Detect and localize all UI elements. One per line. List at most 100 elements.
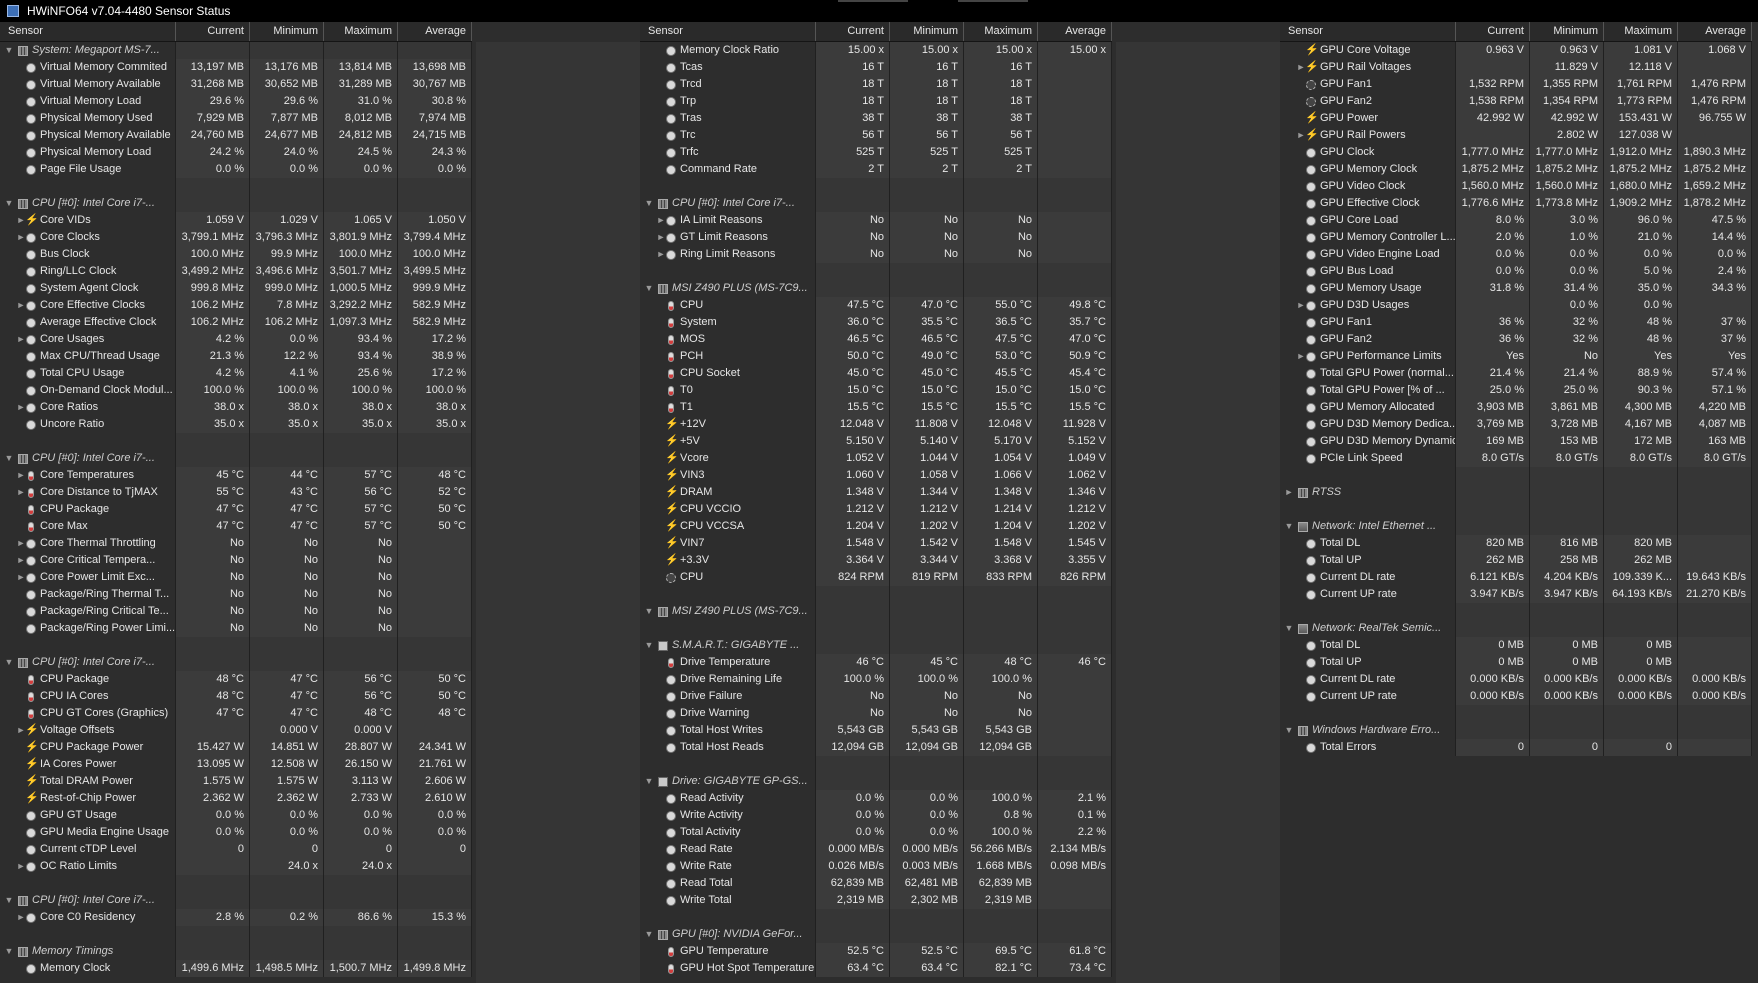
collapse-arrow-icon[interactable]: ▼ — [644, 773, 654, 790]
sensor-row[interactable]: PCIe Link Speed 8.0 GT/s 8.0 GT/s 8.0 GT/s 8… — [1280, 450, 1752, 467]
header-sensor[interactable]: Sensor — [1280, 22, 1456, 41]
expand-arrow-icon[interactable]: ► — [16, 229, 26, 246]
sensor-row[interactable]: Total Host Writes 5,543 GB 5,543 GB 5,543 G… — [640, 722, 1112, 739]
collapse-arrow-icon[interactable]: ▼ — [644, 603, 654, 620]
sensor-row[interactable]: Total Errors 0 0 0 — [1280, 739, 1752, 756]
header-average[interactable]: Average — [1678, 22, 1752, 41]
sensor-row[interactable]: GPU Clock 1,777.0 MHz 1,777.0 MHz 1,912.0 M… — [1280, 144, 1752, 161]
sensor-row[interactable]: Total CPU Usage 4.2 % 4.1 % 25.6 % 17.2 % — [0, 365, 472, 382]
header-maximum[interactable]: Maximum — [1604, 22, 1678, 41]
sensor-group[interactable]: ▼ MSI Z490 PLUS (MS-7C9... — [640, 280, 1112, 297]
sensor-group[interactable]: ▼ CPU [#0]: Intel Core i7-... — [0, 892, 472, 909]
header-current[interactable]: Current — [176, 22, 250, 41]
expand-arrow-icon[interactable]: ► — [16, 484, 26, 501]
sensor-row[interactable]: System 36.0 °C 35.5 °C 36.5 °C 35.7 °C — [640, 314, 1112, 331]
sensor-row[interactable]: Current DL rate 0.000 KB/s 0.000 KB/s 0.000… — [1280, 671, 1752, 688]
sensor-row[interactable]: Trc 56 T 56 T 56 T — [640, 127, 1112, 144]
sensor-row[interactable]: ► Core Usages 4.2 % 0.0 % 93.4 % 17.2 % — [0, 331, 472, 348]
header-current[interactable]: Current — [1456, 22, 1530, 41]
sensor-row[interactable]: GPU Fan1 1,532 RPM 1,355 RPM 1,761 RPM 1,476… — [1280, 76, 1752, 93]
sensor-row[interactable]: Write Activity 0.0 % 0.0 % 0.8 % 0.1 % — [640, 807, 1112, 824]
sensor-group[interactable]: ▼ Windows Hardware Erro... — [1280, 722, 1752, 739]
sensor-row[interactable]: GPU D3D Memory Dynamic 169 MB 153 MB 172 MB… — [1280, 433, 1752, 450]
sensor-row[interactable]: Core Max 47 °C 47 °C 57 °C 50 °C — [0, 518, 472, 535]
sensor-row[interactable]: Average Effective Clock 106.2 MHz 106.2 MH… — [0, 314, 472, 331]
sensor-row[interactable]: Total DRAM Power1.575 W1.575 W3.113 W2.6… — [0, 773, 472, 790]
expand-arrow-icon[interactable]: ► — [16, 535, 26, 552]
sensor-row[interactable]: Write Rate 0.026 MB/s 0.003 MB/s 1.668 MB/s… — [640, 858, 1112, 875]
sensor-row[interactable]: Total DL 0 MB 0 MB 0 MB — [1280, 637, 1752, 654]
expand-arrow-icon[interactable]: ► — [656, 229, 666, 246]
sensor-row[interactable]: CPU Package 47 °C 47 °C 57 °C 50 °C — [0, 501, 472, 518]
sensor-group[interactable]: ▼ MSI Z490 PLUS (MS-7C9... — [640, 603, 1112, 620]
sensor-row[interactable]: Drive Remaining Life 100.0 % 100.0 % 100.0 … — [640, 671, 1112, 688]
expand-arrow-icon[interactable]: ► — [16, 858, 26, 875]
sensor-row[interactable]: GPU Fan2 1,538 RPM 1,354 RPM 1,773 RPM 1,476… — [1280, 93, 1752, 110]
sensor-row[interactable]: CPU 824 RPM 819 RPM 833 RPM 826 RPM — [640, 569, 1112, 586]
sensor-row[interactable]: Trfc 525 T 525 T 525 T — [640, 144, 1112, 161]
sensor-row[interactable]: Total Activity 0.0 % 0.0 % 100.0 % 2.2 % — [640, 824, 1112, 841]
expand-arrow-icon[interactable]: ► — [16, 331, 26, 348]
sensor-row[interactable]: CPU GT Cores (Graphics) 47 °C 47 °C 48 °C 48… — [0, 705, 472, 722]
sensor-row[interactable]: ► GT Limit Reasons No No No — [640, 229, 1112, 246]
sensor-row[interactable]: Virtual Memory Load 29.6 % 29.6 % 31.0 % 30.… — [0, 93, 472, 110]
sensor-row[interactable]: VIN71.548 V1.542 V1.548 V1.545 V — [640, 535, 1112, 552]
sensor-row[interactable]: ► Core Thermal Throttling No No No — [0, 535, 472, 552]
sensor-row[interactable]: GPU Core Voltage0.963 V0.963 V1.081 V1.0… — [1280, 42, 1752, 59]
expand-arrow-icon[interactable]: ► — [1296, 297, 1306, 314]
sensor-row[interactable]: GPU Hot Spot Temperature 63.4 °C 63.4 °C 82… — [640, 960, 1112, 977]
sensor-row[interactable]: GPU Fan2 36 % 32 % 48 % 37 % — [1280, 331, 1752, 348]
sensor-row[interactable]: CPU VCCIO1.212 V1.212 V1.214 V1.212 V — [640, 501, 1112, 518]
sensor-row[interactable]: GPU Memory Controller L... 2.0 % 1.0 % 21.0… — [1280, 229, 1752, 246]
sensor-row[interactable]: Read Rate 0.000 MB/s 0.000 MB/s 56.266 MB/s… — [640, 841, 1112, 858]
sensor-group[interactable]: ▼ Network: Intel Ethernet ... — [1280, 518, 1752, 535]
sensor-row[interactable]: Memory Clock Ratio 15.00 x 15.00 x 15.00 x1… — [640, 42, 1112, 59]
expand-arrow-icon[interactable]: ► — [656, 212, 666, 229]
sensor-row[interactable]: Ring/LLC Clock 3,499.2 MHz 3,496.6 MHz 3,50… — [0, 263, 472, 280]
sensor-row[interactable]: ►Core VIDs1.059 V1.029 V1.065 V1.050 V — [0, 212, 472, 229]
sensor-row[interactable]: ► GPU D3D Usages 0.0 % 0.0 % — [1280, 297, 1752, 314]
sensor-row[interactable]: Command Rate 2 T2 T2 T — [640, 161, 1112, 178]
sensor-row[interactable]: Drive Temperature 46 °C 45 °C 48 °C 46 °C — [640, 654, 1112, 671]
sensor-row[interactable]: Current UP rate 0.000 KB/s 0.000 KB/s 0.000… — [1280, 688, 1752, 705]
sensor-row[interactable]: Package/Ring Critical Te... No No No — [0, 603, 472, 620]
sensor-row[interactable]: GPU Bus Load 0.0 % 0.0 % 5.0 % 2.4 % — [1280, 263, 1752, 280]
sensor-row[interactable]: Virtual Memory Available 31,268 MB 30,652 … — [0, 76, 472, 93]
header-maximum[interactable]: Maximum — [324, 22, 398, 41]
sensor-row[interactable]: T1 15.5 °C 15.5 °C 15.5 °C 15.5 °C — [640, 399, 1112, 416]
collapse-arrow-icon[interactable]: ▼ — [644, 926, 654, 943]
collapse-arrow-icon[interactable]: ▼ — [4, 654, 14, 671]
sensor-group[interactable]: ► RTSS — [1280, 484, 1752, 501]
sensor-row[interactable]: Drive Failure No No No — [640, 688, 1112, 705]
sensor-row[interactable]: PCH 50.0 °C 49.0 °C 53.0 °C 50.9 °C — [640, 348, 1112, 365]
sensor-group[interactable]: ▼ CPU [#0]: Intel Core i7-... — [0, 654, 472, 671]
sensor-row[interactable]: Trcd 18 T 18 T 18 T — [640, 76, 1112, 93]
header-average[interactable]: Average — [398, 22, 472, 41]
sensor-row[interactable]: Current DL rate 6.121 KB/s 4.204 KB/s 109.3… — [1280, 569, 1752, 586]
sensor-row[interactable]: GPU Power42.992 W42.992 W153.431 W96.755… — [1280, 110, 1752, 127]
sensor-row[interactable]: ►Voltage Offsets 0.000 V0.000 V — [0, 722, 472, 739]
sensor-row[interactable]: +5V 5.150 V5.140 V5.170 V5.152 V — [640, 433, 1112, 450]
sensor-row[interactable]: CPU Package 48 °C 47 °C 56 °C 50 °C — [0, 671, 472, 688]
sensor-row[interactable]: Total GPU Power [% of ... 25.0 % 25.0 % 90.… — [1280, 382, 1752, 399]
sensor-row[interactable]: ► Core Effective Clocks 106.2 MHz 7.8 MHz 3,… — [0, 297, 472, 314]
sensor-row[interactable]: CPU VCCSA1.204 V1.202 V1.204 V1.202 V — [640, 518, 1112, 535]
sensor-group[interactable]: ▼ System: Megaport MS-7... — [0, 42, 472, 59]
sensor-group[interactable]: ▼ CPU [#0]: Intel Core i7-... — [0, 195, 472, 212]
sensor-row[interactable]: Bus Clock 100.0 MHz 99.9 MHz 100.0 MHz 100.0… — [0, 246, 472, 263]
sensor-row[interactable]: GPU D3D Memory Dedica... 3,769 MB 3,728 MB… — [1280, 416, 1752, 433]
sensor-row[interactable]: Tcas 16 T 16 T 16 T — [640, 59, 1112, 76]
sensor-row[interactable]: Total GPU Power (normal... 21.4 % 21.4 % 88… — [1280, 365, 1752, 382]
sensor-row[interactable]: Max CPU/Thread Usage 21.3 % 12.2 % 93.4 % 38… — [0, 348, 472, 365]
sensor-row[interactable]: ► GPU Performance Limits Yes No Yes Yes — [1280, 348, 1752, 365]
sensor-row[interactable]: Physical Memory Load 24.2 % 24.0 % 24.5 % 24… — [0, 144, 472, 161]
sensor-row[interactable]: GPU Memory Usage 31.8 % 31.4 % 35.0 % 34.3 % — [1280, 280, 1752, 297]
header-average[interactable]: Average — [1038, 22, 1112, 41]
sensor-row[interactable]: ► Core Temperatures 45 °C 44 °C 57 °C 48 °C — [0, 467, 472, 484]
collapse-arrow-icon[interactable]: ▼ — [4, 42, 14, 59]
sensor-row[interactable]: GPU Effective Clock 1,776.6 MHz 1,773.8 MH… — [1280, 195, 1752, 212]
sensor-row[interactable]: CPU IA Cores 48 °C 47 °C 56 °C 50 °C — [0, 688, 472, 705]
sensor-row[interactable]: On-Demand Clock Modul... 100.0 % 100.0 % 10… — [0, 382, 472, 399]
sensor-row[interactable]: Virtual Memory Commited 13,197 MB 13,176 M… — [0, 59, 472, 76]
sensor-group[interactable]: ▼ Memory Timings — [0, 943, 472, 960]
